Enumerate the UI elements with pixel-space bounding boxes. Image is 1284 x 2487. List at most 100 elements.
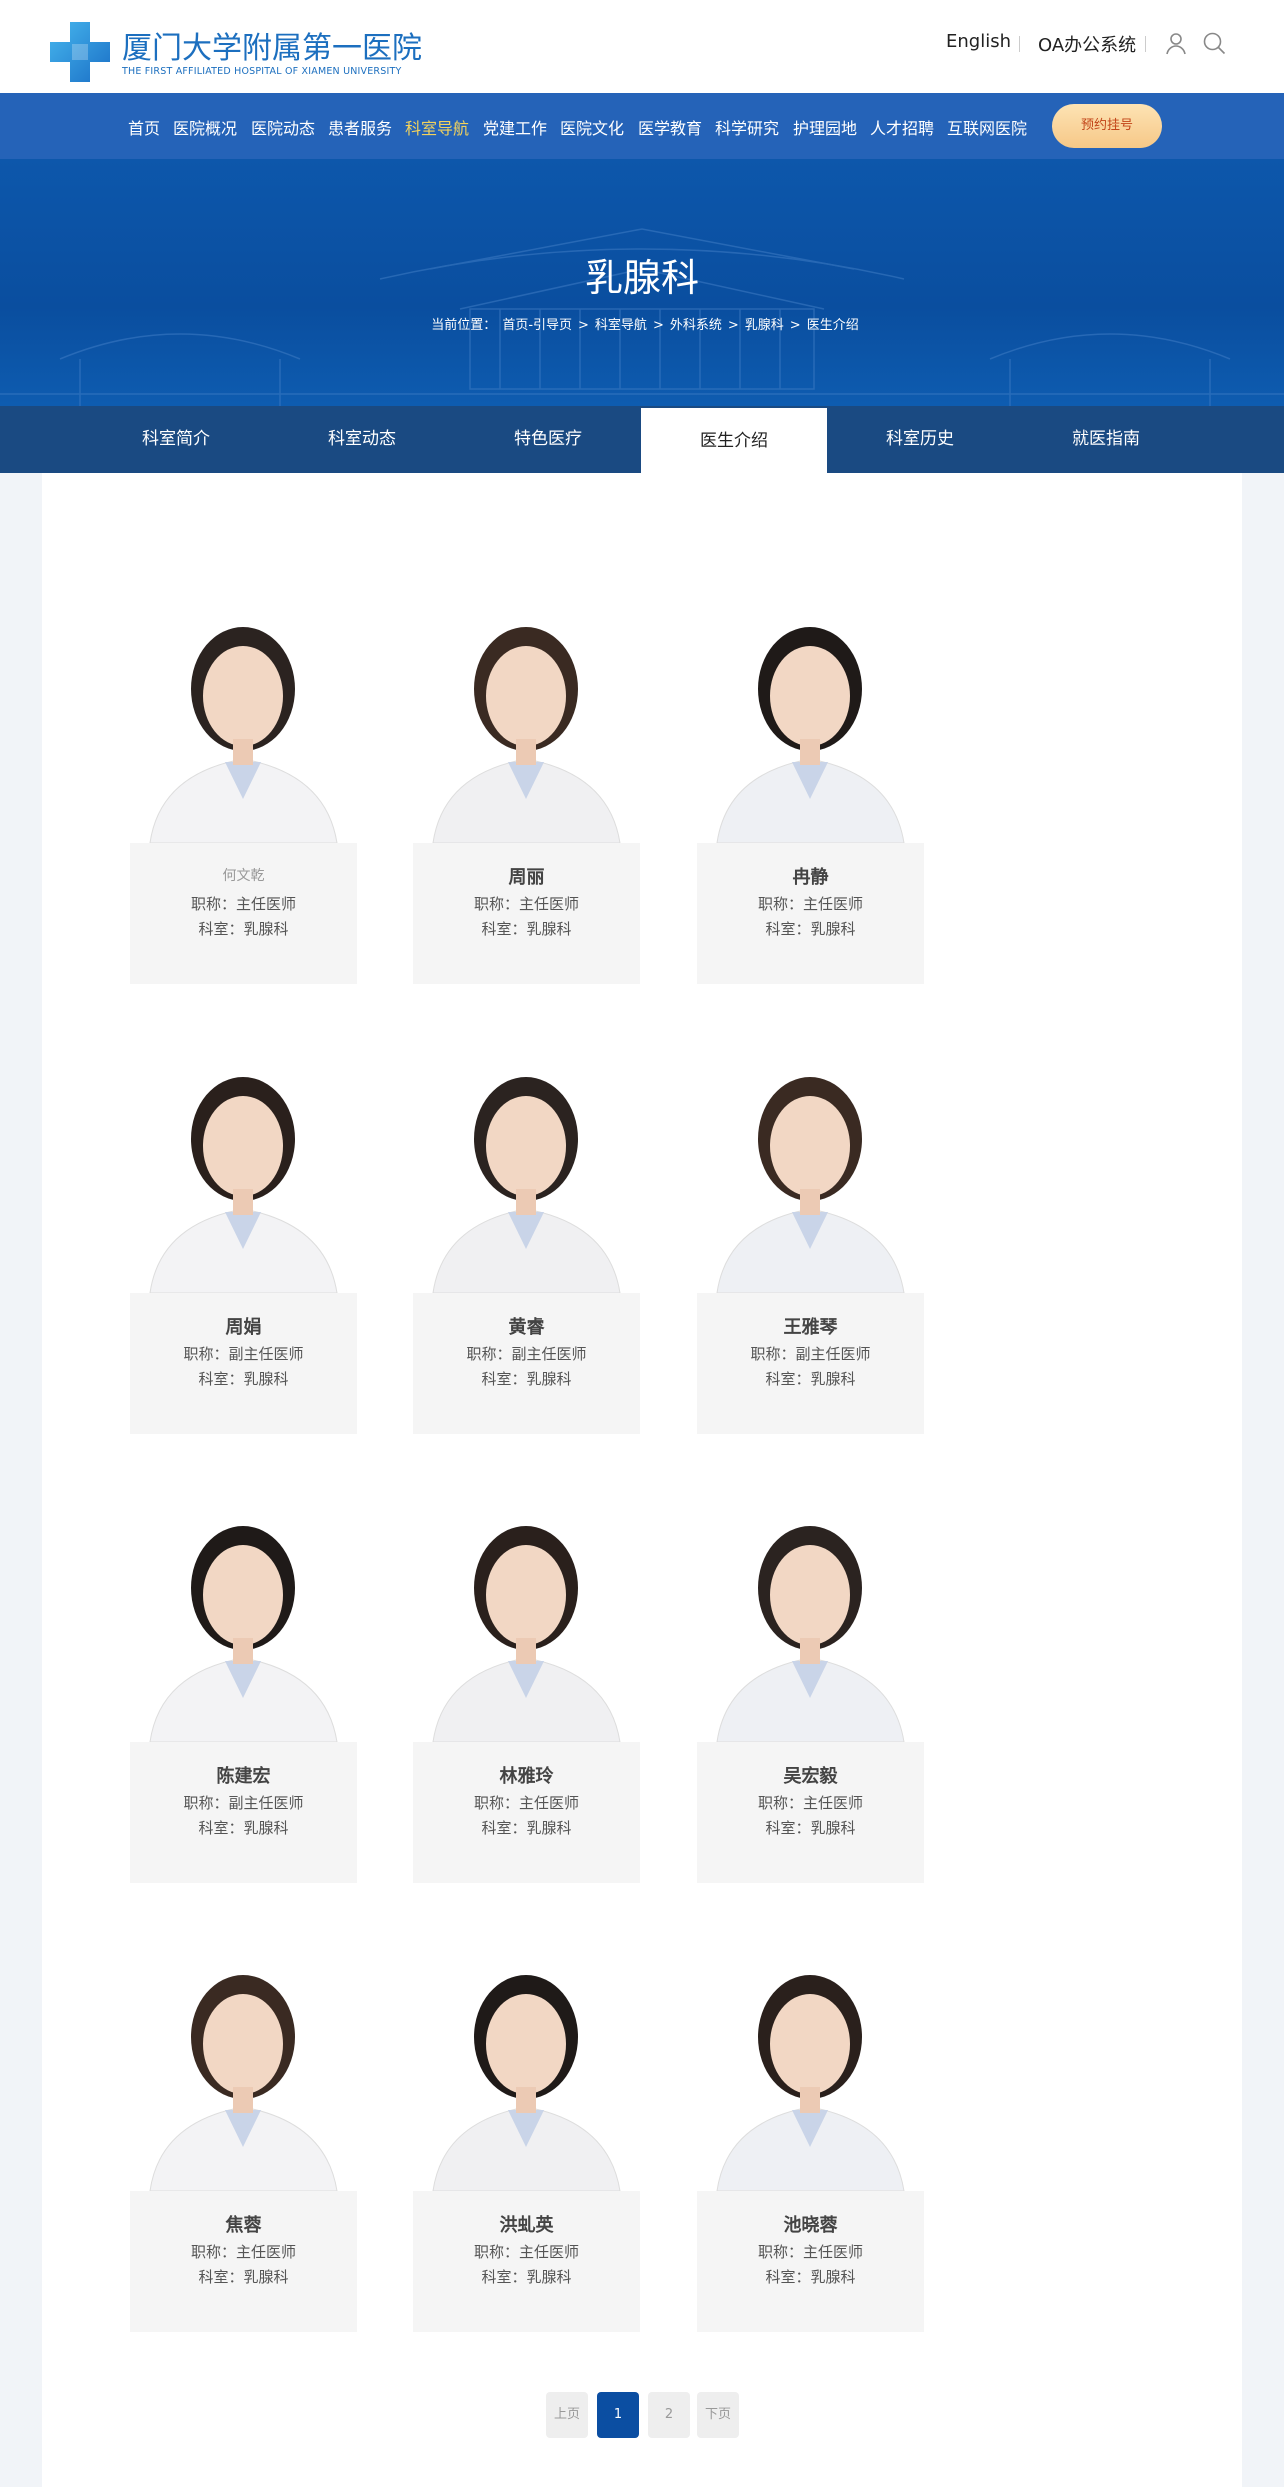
doctor-department: 科室：乳腺科 — [481, 920, 572, 938]
doctor-info: 洪虬英 职称：主任医师 科室：乳腺科 — [413, 2191, 640, 2332]
user-icon[interactable] — [1164, 31, 1188, 55]
doctor-card[interactable]: 何文乾 职称：主任医师 科室：乳腺科 — [130, 584, 357, 984]
doctor-card[interactable]: 林雅玲职称：主任医师 科室：乳腺科 — [413, 1483, 640, 1883]
doctor-title: 职称：副主任医师 — [750, 1345, 871, 1363]
doctor-info: 陈建宏 职称：副主任医师 科室：乳腺科 — [130, 1742, 357, 1883]
doctor-card[interactable]: 冉静 职称：主任医师 科室：乳腺科 — [697, 584, 924, 984]
page-title: 乳腺科 — [584, 256, 699, 300]
oa-link[interactable]: OA办公系统 — [1038, 31, 1136, 57]
nav-item-nursing[interactable]: 护理园地 — [793, 115, 857, 139]
breadcrumb-label: 当前位置： — [431, 318, 497, 333]
doctor-department: 科室：乳腺科 — [198, 1370, 289, 1388]
nav-item-party[interactable]: 党建工作 — [483, 115, 547, 139]
nav-item-internet-hospital[interactable]: 互联网医院 — [947, 115, 1027, 139]
doctor-photo — [413, 1932, 640, 2191]
doctor-photo — [413, 584, 640, 843]
doctor-card[interactable]: 陈建宏 职称：副主任医师 科室：乳腺科 — [130, 1483, 357, 1883]
tab-news[interactable]: 科室动态 — [269, 406, 455, 473]
doctor-department: 科室：乳腺科 — [765, 920, 856, 938]
nav-item-recruitment[interactable]: 人才招聘 — [870, 115, 934, 139]
doctor-name: 林雅玲 — [499, 1766, 554, 1787]
doctor-card[interactable]: 黄睿 职称：副主任医师 科室：乳腺科 — [413, 1034, 640, 1434]
page-button-2[interactable]: 2 — [648, 2392, 690, 2438]
doctor-card[interactable]: 周娟 职称：副主任医师 科室：乳腺科 — [130, 1034, 357, 1434]
breadcrumb-departments[interactable]: 科室导航 — [595, 318, 647, 333]
breadcrumb-separator: > — [789, 318, 801, 333]
breadcrumb-separator: > — [578, 318, 589, 333]
doctor-title: 职称：主任医师 — [473, 2243, 579, 2261]
doctor-department: 科室：乳腺科 — [481, 1370, 572, 1388]
doctor-name: 何文乾 — [222, 868, 265, 884]
doctor-name: 焦蓉 — [225, 2215, 262, 2236]
doctor-department: 科室：乳腺科 — [481, 1819, 572, 1837]
doctor-name: 黄睿 — [508, 1317, 545, 1338]
doctor-title: 职称：主任医师 — [473, 895, 579, 913]
doctor-info: 焦蓉 职称：主任医师 科室：乳腺科 — [130, 2191, 357, 2332]
doctor-name: 陈建宏 — [216, 1766, 271, 1787]
doctor-photo — [130, 1483, 357, 1742]
doctor-name: 王雅琴 — [783, 1317, 838, 1338]
doctor-photo — [697, 1034, 924, 1293]
doctor-department: 科室：乳腺科 — [198, 920, 289, 938]
divider — [1019, 36, 1020, 52]
doctor-photo — [130, 1034, 357, 1293]
prev-page-button[interactable]: 上页 — [546, 2392, 588, 2438]
nav-item-departments[interactable]: 科室导航 — [405, 115, 469, 139]
breadcrumb-current[interactable]: 医生介绍 — [807, 318, 859, 333]
doctor-photo — [697, 1483, 924, 1742]
english-link[interactable]: English — [946, 31, 1011, 52]
doctor-name: 周娟 — [225, 1317, 262, 1338]
doctor-photo — [413, 1483, 640, 1742]
doctor-card[interactable]: 焦蓉 职称：主任医师 科室：乳腺科 — [130, 1932, 357, 2332]
tab-guide[interactable]: 就医指南 — [1013, 406, 1199, 473]
doctor-name: 吴宏毅 — [783, 1766, 838, 1787]
nav-item-home[interactable]: 首页 — [128, 115, 160, 139]
doctor-card[interactable]: 池晓蓉职称：主任医师 科室：乳腺科 — [697, 1932, 924, 2332]
medical-cross-icon — [50, 22, 110, 82]
doctor-title: 职称：主任医师 — [757, 2243, 863, 2261]
doctor-info: 林雅玲职称：主任医师 科室：乳腺科 — [413, 1742, 640, 1883]
doctor-department: 科室：乳腺科 — [765, 2268, 856, 2286]
doctor-photo — [130, 584, 357, 843]
doctor-info: 吴宏毅 职称：主任医师 科室：乳腺科 — [697, 1742, 924, 1883]
tab-intro[interactable]: 科室简介 — [83, 406, 269, 473]
breadcrumb-department[interactable]: 乳腺科 — [745, 318, 784, 333]
nav-item-research[interactable]: 科学研究 — [715, 115, 779, 139]
hospital-logo[interactable]: 厦门大学附属第一医院 THE FIRST AFFILIATED HOSPITAL… — [50, 20, 422, 82]
tab-history[interactable]: 科室历史 — [827, 406, 1013, 473]
doctor-photo — [413, 1034, 640, 1293]
doctor-name: 池晓蓉 — [783, 2215, 838, 2236]
doctor-department: 科室：乳腺科 — [198, 2268, 289, 2286]
doctor-title: 职称：主任医师 — [473, 1794, 579, 1812]
breadcrumb-home[interactable]: 首页-引导页 — [502, 318, 572, 333]
tab-specialty[interactable]: 特色医疗 — [455, 406, 641, 473]
breadcrumb: 当前位置： 首页-引导页 > 科室导航 > 外科系统 > 乳腺科 > 医生介绍 — [0, 314, 1284, 333]
doctor-card[interactable]: 吴宏毅 职称：主任医师 科室：乳腺科 — [697, 1483, 924, 1883]
doctor-title: 职称：主任医师 — [757, 895, 863, 913]
page-banner: 乳腺科 当前位置： 首页-引导页 > 科室导航 > 外科系统 > 乳腺科 > 医生介绍 — [0, 159, 1284, 406]
doctor-info: 王雅琴 职称：副主任医师 科室：乳腺科 — [697, 1293, 924, 1434]
search-icon[interactable] — [1202, 31, 1226, 55]
appointment-button[interactable]: 预约挂号 — [1052, 104, 1162, 148]
nav-item-culture[interactable]: 医院文化 — [560, 115, 624, 139]
nav-item-overview[interactable]: 医院概况 — [173, 115, 237, 139]
logo-english-name: THE FIRST AFFILIATED HOSPITAL OF XIAMEN … — [122, 66, 402, 77]
doctor-name: 洪虬英 — [499, 2215, 554, 2236]
nav-item-news[interactable]: 医院动态 — [251, 115, 315, 139]
page-button-1[interactable]: 1 — [597, 2392, 639, 2438]
doctor-department: 科室：乳腺科 — [198, 1819, 289, 1837]
site-header: 厦门大学附属第一医院 THE FIRST AFFILIATED HOSPITAL… — [0, 0, 1284, 93]
doctor-photo — [697, 584, 924, 843]
doctor-info: 何文乾 职称：主任医师 科室：乳腺科 — [130, 843, 357, 984]
tab-doctors[interactable]: 医生介绍 — [641, 408, 827, 473]
breadcrumb-surgery[interactable]: 外科系统 — [670, 318, 722, 333]
doctor-photo — [130, 1932, 357, 2191]
doctor-info: 池晓蓉职称：主任医师 科室：乳腺科 — [697, 2191, 924, 2332]
doctor-card[interactable]: 周丽 职称：主任医师 科室：乳腺科 — [413, 584, 640, 984]
next-page-button[interactable]: 下页 — [697, 2392, 739, 2438]
doctor-card[interactable]: 洪虬英 职称：主任医师 科室：乳腺科 — [413, 1932, 640, 2332]
logo-chinese-name: 厦门大学附属第一医院 — [122, 31, 422, 66]
nav-item-patient-service[interactable]: 患者服务 — [328, 115, 392, 139]
nav-item-education[interactable]: 医学教育 — [638, 115, 702, 139]
doctor-card[interactable]: 王雅琴 职称：副主任医师 科室：乳腺科 — [697, 1034, 924, 1434]
